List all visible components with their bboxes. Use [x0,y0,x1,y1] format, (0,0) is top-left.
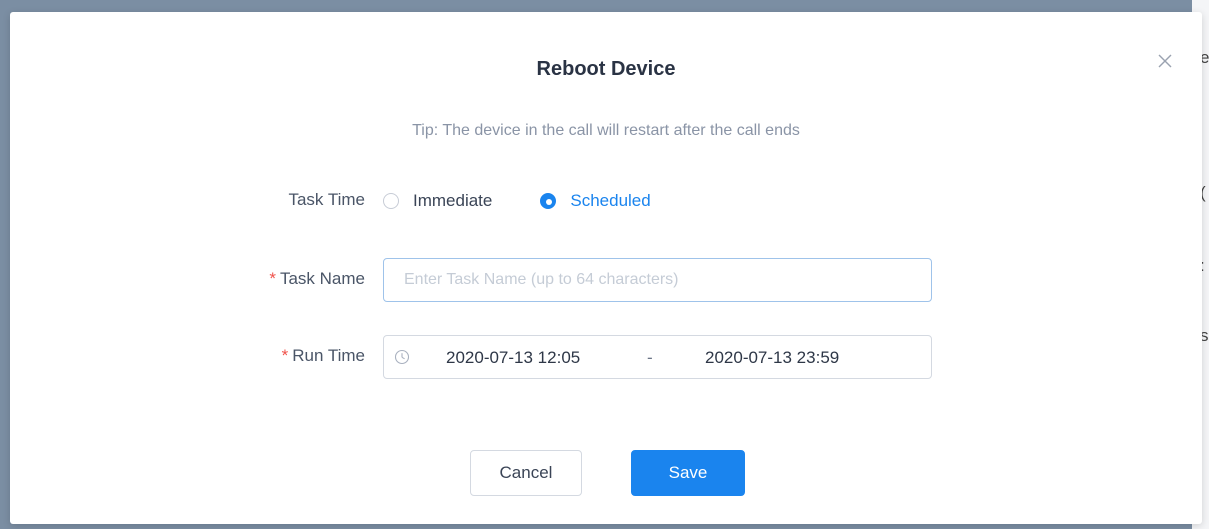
cancel-button[interactable]: Cancel [470,450,582,496]
close-icon [1158,54,1172,68]
dialog-tip: Tip: The device in the call will restart… [412,122,800,139]
save-button[interactable]: Save [631,450,745,496]
run-time-range-picker[interactable]: 2020-07-13 12:05 - 2020-07-13 23:59 [383,335,932,379]
radio-circle-icon [383,193,399,209]
dialog-title: Reboot Device [536,58,676,80]
reboot-device-dialog: Reboot Device Tip: The device in the cal… [10,12,1202,524]
radio-immediate-label: Immediate [413,191,493,210]
radio-scheduled-label: Scheduled [570,191,651,210]
task-name-label-text: Task Name [279,269,365,288]
close-button[interactable] [1154,50,1176,72]
clock-icon [394,349,410,365]
task-name-input[interactable] [383,258,932,302]
radio-scheduled[interactable]: Scheduled [540,191,651,211]
run-time-end[interactable]: 2020-07-13 23:59 [705,348,839,368]
run-time-separator: - [647,348,653,367]
required-marker: * [269,269,276,288]
task-time-label: Task Time [288,190,365,209]
task-name-label: * Task Name [10,269,365,289]
run-time-label: * Run Time [10,346,365,366]
radio-immediate[interactable]: Immediate [383,191,492,211]
run-time-start[interactable]: 2020-07-13 12:05 [446,348,580,368]
radio-checked-icon [540,193,557,209]
required-marker: * [281,346,289,365]
task-time-radio-group: Immediate Scheduled [383,188,699,214]
run-time-label-text: Run Time [292,346,365,365]
